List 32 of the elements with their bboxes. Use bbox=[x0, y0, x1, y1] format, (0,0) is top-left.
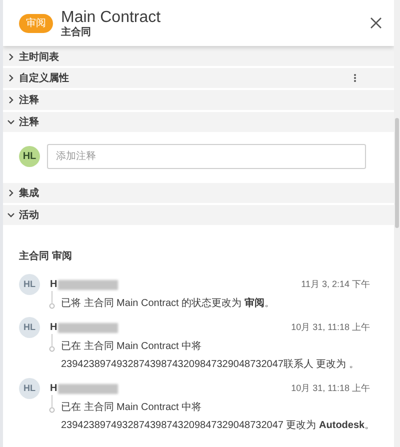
author-name: H bbox=[50, 382, 58, 396]
section-header[interactable]: 主时间表 bbox=[3, 46, 394, 66]
author-name: H bbox=[50, 278, 58, 292]
activity-heading: 主合同 审阅 bbox=[19, 249, 73, 264]
user-avatar: HL bbox=[19, 146, 40, 167]
timeline-connector bbox=[48, 395, 56, 415]
user-avatar: HL bbox=[19, 378, 40, 399]
activity-text: 2394238974932874398743209847329048732047联系人 更改为 。 bbox=[61, 358, 360, 372]
timestamp: 10月 31, 11:18 上午 bbox=[291, 382, 370, 395]
section-header[interactable]: 活动 bbox=[3, 205, 394, 225]
activity-text: 已在 主合同 Main Contract 中将 bbox=[61, 340, 203, 354]
section-header[interactable]: 注释 bbox=[3, 112, 394, 132]
section-header[interactable]: 注释 bbox=[3, 90, 394, 110]
close-icon[interactable] bbox=[370, 17, 382, 29]
timeline-connector bbox=[48, 334, 56, 354]
comment-input[interactable]: 添加注释 bbox=[47, 144, 366, 169]
status-badge: 审阅 bbox=[19, 14, 53, 32]
activity-text: 已将 主合同 Main Contract 的状态更改为 审阅。 bbox=[61, 296, 274, 311]
user-avatar: HL bbox=[19, 317, 40, 338]
user-avatar: HL bbox=[19, 274, 40, 295]
timestamp: 11月 3, 2:14 下午 bbox=[301, 278, 370, 291]
subtitle: 主合同 bbox=[61, 26, 92, 38]
timeline-connector bbox=[48, 291, 56, 311]
author-name: H bbox=[50, 321, 58, 335]
scrollbar[interactable] bbox=[394, 0, 400, 447]
section-header[interactable]: 自定义属性 bbox=[3, 68, 394, 88]
title: Main Contract bbox=[61, 8, 162, 26]
timestamp: 10月 31, 11:18 上午 bbox=[291, 320, 370, 334]
activity-text: 已在 主合同 Main Contract 中将 bbox=[61, 400, 203, 415]
scrollbar-thumb[interactable] bbox=[395, 118, 399, 228]
activity-text: 2394238974932874398743209847329048732047 更改为 Autodesk。 bbox=[61, 418, 375, 433]
section-header[interactable]: 集成 bbox=[3, 183, 394, 203]
